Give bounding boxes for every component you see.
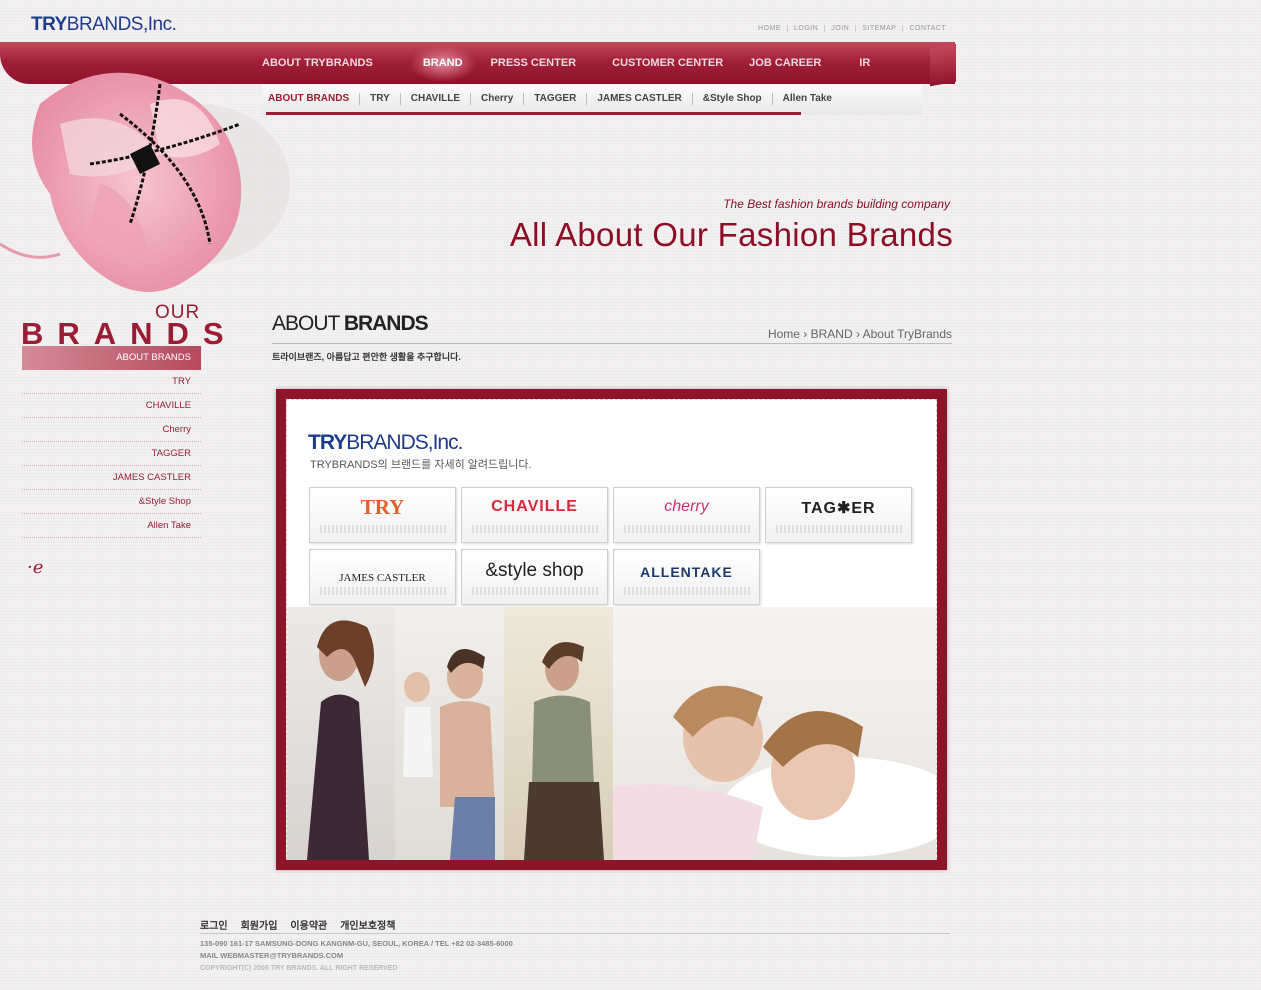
panel-subtitle: TRYBRANDS의 브랜드를 자세히 알려드립니다.	[310, 459, 532, 471]
footer-mail: MAIL WEBMASTER@TRYBRANDS.COM	[200, 951, 344, 960]
utility-nav: HOME LOGIN JOIN SITEMAP CONTACT	[752, 25, 952, 32]
nav-brand[interactable]: BRAND	[410, 45, 475, 81]
section-description: 트라이브랜즈, 아름답고 편안한 생활을 추구합니다.	[272, 352, 461, 362]
ribbon-tail	[930, 43, 956, 87]
footer-privacy-link[interactable]: 개인보호정책	[340, 917, 395, 932]
lingerie-illustration	[0, 72, 290, 292]
section-divider	[272, 343, 952, 344]
sidebar-item-cherry[interactable]: Cherry	[22, 418, 201, 442]
sidebar-decoration-icon: ·e	[27, 557, 44, 578]
panel-logo-rest: BRANDS,Inc.	[346, 431, 463, 454]
subnav-underline	[266, 112, 801, 115]
brand-card-allen-take[interactable]: ALLENTAKE	[613, 549, 760, 605]
brand-card-cherry[interactable]: cherry	[613, 487, 760, 543]
brand-card-chaville[interactable]: CHAVILLE	[461, 487, 608, 543]
sidebar-item-style-shop[interactable]: &Style Shop	[22, 490, 201, 514]
brand-fineprint	[472, 587, 599, 595]
page-title-bold: BRANDS	[343, 312, 429, 335]
brand-fineprint	[320, 525, 447, 533]
nav-job-career[interactable]: JOB CAREER	[749, 57, 821, 69]
brand-card-james-castler[interactable]: JAMES CASTLER	[309, 549, 456, 605]
footer-links: 로그인 회원가입 이용약관 개인보호정책	[200, 917, 395, 932]
brand-fineprint	[472, 525, 599, 533]
util-join-link[interactable]: JOIN	[825, 25, 857, 32]
util-contact-link[interactable]: CONTACT	[903, 25, 952, 32]
footer-copyright: COPYRIGHT(C) 2006 TRY BRANDS. ALL RIGHT …	[200, 965, 398, 972]
brand-logo-style-shop: &style shop	[485, 560, 584, 581]
footer-address: 135-090 161-17 SAMSUNG-DONG KANGNM-GU, S…	[200, 939, 513, 948]
subnav-allen-take[interactable]: Allen Take	[771, 93, 842, 105]
sidebar-menu: ABOUT BRANDS TRY CHAVILLE Cherry TAGGER …	[22, 346, 201, 538]
model-photo-man	[504, 607, 613, 860]
brand-logo-tagger: TAG✱ER	[801, 500, 876, 517]
brand-card-tagger[interactable]: TAG✱ER	[765, 487, 912, 543]
subnav-james-castler[interactable]: JAMES CASTLER	[586, 93, 691, 105]
brand-fineprint	[624, 525, 751, 533]
brand-logo-allen-take: ALLENTAKE	[640, 564, 733, 580]
brand-logo-james-castler: JAMES CASTLER	[339, 572, 426, 584]
brand-logo-try: TRY	[360, 495, 405, 519]
subnav-cherry[interactable]: Cherry	[470, 93, 523, 105]
sidebar-item-allen-take[interactable]: Allen Take	[22, 514, 201, 538]
util-login-link[interactable]: LOGIN	[788, 25, 826, 32]
nav-ir[interactable]: IR	[859, 57, 870, 69]
brand-fineprint	[776, 525, 903, 533]
subnav-tagger[interactable]: TAGGER	[523, 93, 586, 105]
main-nav: ABOUT TRYBRANDS BRAND PRESS CENTER CUSTO…	[262, 42, 870, 84]
footer-divider	[200, 933, 950, 934]
logo-bold: TRY	[31, 14, 67, 35]
hero-headline: All About Our Fashion Brands	[509, 216, 953, 253]
brand-logo-chaville: CHAVILLE	[491, 498, 578, 515]
sidebar-item-about-brands[interactable]: ABOUT BRANDS	[22, 346, 201, 370]
nav-customer-center[interactable]: CUSTOMER CENTER	[612, 57, 723, 69]
logo-rest: BRANDS,Inc.	[66, 14, 177, 35]
footer-login-link[interactable]: 로그인	[200, 917, 228, 932]
subnav-style-shop[interactable]: &Style Shop	[691, 93, 772, 105]
model-photo-mother-daughter	[613, 607, 936, 860]
brand-fineprint	[624, 587, 751, 595]
page-title: ABOUT BRANDS	[272, 312, 429, 336]
model-photo-woman	[287, 607, 395, 860]
nav-press-center[interactable]: PRESS CENTER	[491, 57, 577, 69]
brand-card-style-shop[interactable]: &style shop	[461, 549, 608, 605]
sidebar-item-james-castler[interactable]: JAMES CASTLER	[22, 466, 201, 490]
footer-terms-link[interactable]: 이용약관	[290, 917, 327, 932]
panel-logo: TRYBRANDS,Inc.	[308, 431, 463, 455]
model-photo-father-child	[395, 607, 504, 860]
brand-logo-cherry: cherry	[664, 498, 709, 515]
sidebar-item-try[interactable]: TRY	[22, 370, 201, 394]
page-title-light: ABOUT	[272, 312, 340, 335]
subnav-chaville[interactable]: CHAVILLE	[399, 93, 470, 105]
panel-logo-bold: TRY	[308, 431, 347, 454]
breadcrumb: Home › BRAND › About TryBrands	[767, 327, 952, 341]
util-home-link[interactable]: HOME	[752, 25, 788, 32]
sidebar-item-chaville[interactable]: CHAVILLE	[22, 394, 201, 418]
util-sitemap-link[interactable]: SITEMAP	[856, 25, 904, 32]
subnav-try[interactable]: TRY	[359, 93, 400, 105]
brand-card-try[interactable]: TRY	[309, 487, 456, 543]
hero-tagline: The Best fashion brands building company	[723, 197, 950, 211]
footer-join-link[interactable]: 회원가입	[241, 917, 278, 932]
sub-nav: ABOUT BRANDS TRY CHAVILLE Cherry TAGGER …	[268, 93, 842, 105]
sidebar-item-tagger[interactable]: TAGGER	[22, 442, 201, 466]
brand-fineprint	[320, 587, 447, 595]
site-logo[interactable]: TRYBRANDS,Inc.	[31, 14, 177, 36]
